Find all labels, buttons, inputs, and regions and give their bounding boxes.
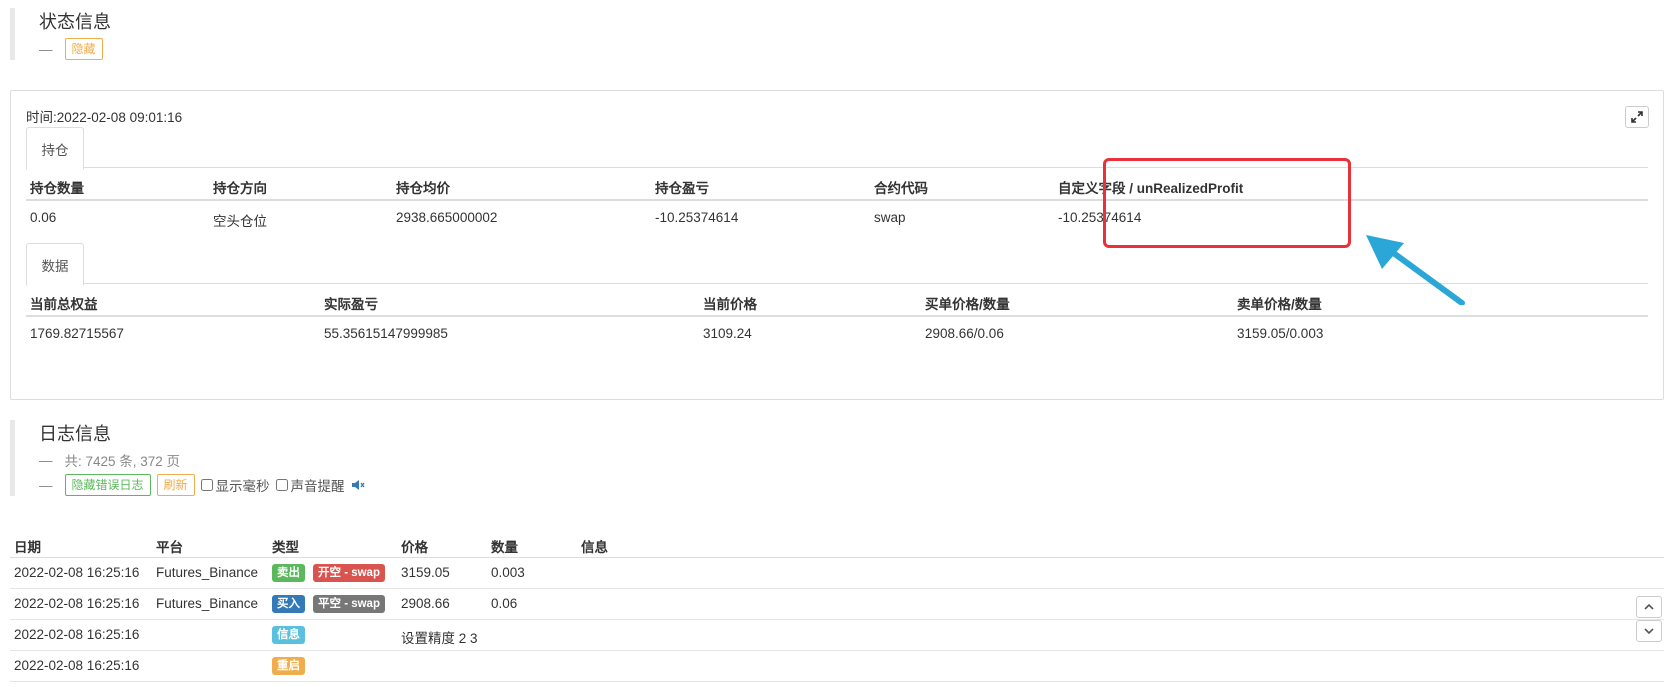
log-price: 设置精度 2 3 xyxy=(401,631,478,646)
log-date: 2022-02-08 16:25:16 xyxy=(14,658,140,673)
cell: 1769.82715567 xyxy=(30,326,124,341)
cell: swap xyxy=(874,210,906,225)
cell: 空头仓位 xyxy=(213,214,267,229)
annotation-arrow-icon xyxy=(1366,235,1465,305)
log-platform: Futures_Binance xyxy=(156,565,259,580)
scroll-down-button[interactable] xyxy=(1636,620,1662,642)
refresh-button[interactable]: 刷新 xyxy=(156,474,195,496)
col-header: 合约代码 xyxy=(874,181,928,196)
status-title: 状态信息 xyxy=(39,12,111,32)
sound-label: 声音提醒 xyxy=(290,479,345,494)
status-dash: — xyxy=(39,41,53,57)
log-row: 2022-02-08 16:25:16 信息 设置精度 2 3 xyxy=(10,620,1664,651)
type-badge: 信息 xyxy=(272,626,305,644)
log-date: 2022-02-08 16:25:16 xyxy=(14,596,140,611)
cell: -10.25374614 xyxy=(655,210,739,225)
col-header: 价格 xyxy=(401,540,428,555)
cell: 2908.66/0.06 xyxy=(925,326,1004,341)
status-controls: — 隐藏 xyxy=(39,38,111,60)
hide-status-button[interactable]: 隐藏 xyxy=(64,38,103,60)
show-ms-label: 显示毫秒 xyxy=(215,479,270,494)
sound-checkbox[interactable] xyxy=(275,479,288,491)
table-row: 1769.82715567 55.35615147999985 3109.24 … xyxy=(26,317,1648,348)
log-section: 日志信息 — 共: 7425 条, 372 页 — 隐藏错误日志 刷新 显示毫秒… xyxy=(10,420,365,496)
col-header: 当前价格 xyxy=(703,297,757,312)
col-header: 持仓方向 xyxy=(213,181,267,196)
show-ms-toggle[interactable]: 显示毫秒 xyxy=(200,475,270,495)
log-header: 日期 平台 类型 价格 数量 信息 xyxy=(10,530,1664,558)
col-header: 自定义字段 / unRealizedProfit xyxy=(1058,181,1244,196)
col-header: 类型 xyxy=(272,540,299,555)
log-platform: Futures_Binance xyxy=(156,596,259,611)
log-date: 2022-02-08 16:25:16 xyxy=(14,565,140,580)
hide-error-log-button[interactable]: 隐藏错误日志 xyxy=(64,474,151,496)
log-price: 2908.66 xyxy=(401,596,450,611)
col-header: 当前总权益 xyxy=(30,297,98,312)
log-date: 2022-02-08 16:25:16 xyxy=(14,627,140,642)
cell: 2938.665000002 xyxy=(396,210,498,225)
cell: 3109.24 xyxy=(703,326,752,341)
log-title: 日志信息 xyxy=(39,424,111,444)
type-badge: 重启 xyxy=(272,657,305,675)
log-table: 日期 平台 类型 价格 数量 信息 2022-02-08 16:25:16 Fu… xyxy=(10,530,1664,682)
log-price: 3159.05 xyxy=(401,565,450,580)
tab-data[interactable]: 数据 xyxy=(26,243,84,286)
positions-table: 持仓数量 持仓方向 持仓均价 持仓盈亏 合约代码 自定义字段 / unReali… xyxy=(26,168,1648,232)
positions-header: 持仓数量 持仓方向 持仓均价 持仓盈亏 合约代码 自定义字段 / unReali… xyxy=(26,168,1648,201)
log-dash: — xyxy=(39,452,53,468)
log-amount: 0.06 xyxy=(491,596,518,611)
action-badge: 平空 - swap xyxy=(313,595,385,613)
log-controls: — 隐藏错误日志 刷新 显示毫秒 声音提醒 xyxy=(39,474,365,496)
scroll-buttons xyxy=(1636,596,1662,644)
time-value: 2022-02-08 09:01:16 xyxy=(56,110,183,125)
cell: 3159.05/0.003 xyxy=(1237,326,1324,341)
col-header: 持仓数量 xyxy=(30,181,84,196)
log-summary-line: — 共: 7425 条, 372 页 xyxy=(39,450,365,470)
log-dash: — xyxy=(39,477,53,493)
cell: -10.25374614 xyxy=(1058,210,1142,225)
time-line: 时间:2022-02-08 09:01:16 xyxy=(26,106,182,126)
tab-positions[interactable]: 持仓 xyxy=(26,127,84,170)
sound-toggle[interactable]: 声音提醒 xyxy=(275,475,345,495)
col-header: 实际盈亏 xyxy=(324,297,378,312)
col-header: 信息 xyxy=(581,540,608,555)
col-header: 卖单价格/数量 xyxy=(1237,297,1322,312)
col-header: 平台 xyxy=(156,540,183,555)
log-row: 2022-02-08 16:25:16 重启 xyxy=(10,651,1664,682)
cell: 0.06 xyxy=(30,210,57,225)
action-badge: 开空 - swap xyxy=(313,564,385,582)
chevron-down-icon xyxy=(1644,628,1654,635)
show-ms-checkbox[interactable] xyxy=(200,479,213,491)
log-row: 2022-02-08 16:25:16 Futures_Binance 卖出 开… xyxy=(10,558,1664,589)
fullscreen-button[interactable] xyxy=(1625,106,1649,128)
time-label: 时间: xyxy=(26,110,57,125)
log-row: 2022-02-08 16:25:16 Futures_Binance 买入 平… xyxy=(10,589,1664,620)
cell: 55.35615147999985 xyxy=(324,326,448,341)
log-amount: 0.003 xyxy=(491,565,525,580)
col-header: 持仓均价 xyxy=(396,181,450,196)
col-header: 持仓盈亏 xyxy=(655,181,709,196)
status-section: 状态信息 — 隐藏 xyxy=(10,8,111,60)
mute-icon[interactable] xyxy=(351,479,365,491)
table-row: 0.06 空头仓位 2938.665000002 -10.25374614 sw… xyxy=(26,201,1648,232)
scroll-up-button[interactable] xyxy=(1636,596,1662,618)
col-header: 买单价格/数量 xyxy=(925,297,1010,312)
chevron-up-icon xyxy=(1644,603,1654,610)
col-header: 日期 xyxy=(14,540,41,555)
type-badge: 卖出 xyxy=(272,564,305,582)
log-summary: 共: 7425 条, 372 页 xyxy=(64,454,181,469)
type-badge: 买入 xyxy=(272,595,305,613)
col-header: 数量 xyxy=(491,540,518,555)
expand-icon xyxy=(1631,111,1643,123)
